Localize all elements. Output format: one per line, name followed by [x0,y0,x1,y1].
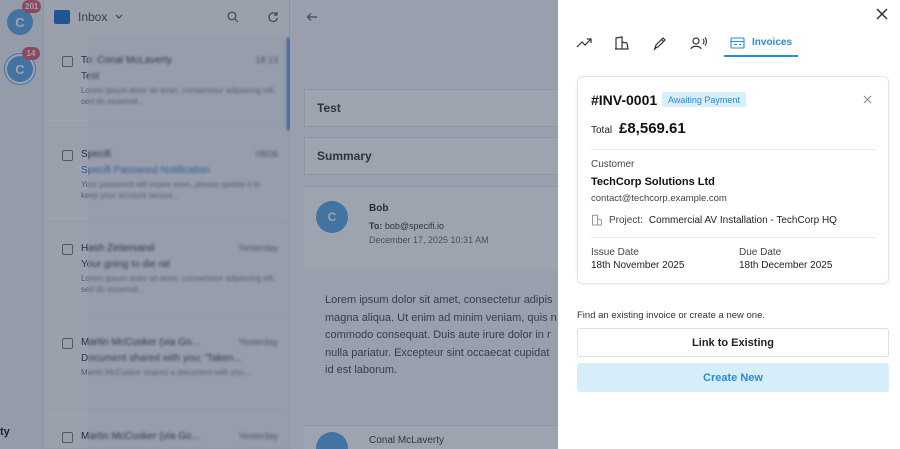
invoice-card: #INV-0001 Awaiting Payment Total £8,569.… [577,76,889,284]
tab-contact[interactable] [690,30,708,56]
project-label: Project: [609,214,643,226]
tab-pen[interactable] [652,30,668,56]
project-name: Commercial AV Installation - TechCorp HQ [648,214,837,226]
buildings-icon [615,36,629,50]
invoice-number: #INV-0001 [591,92,658,108]
tab-buildings[interactable] [614,30,630,56]
invoice-total: £8,569.61 [619,120,686,137]
panel-tabs: Invoices [576,30,799,57]
due-date: 18th December 2025 [739,260,833,271]
status-badge: Awaiting Payment [662,92,746,107]
tab-trend[interactable] [576,30,592,56]
pen-icon [653,37,666,51]
link-to-existing-button[interactable]: Link to Existing [577,328,889,357]
project-row: Project: Commercial AV Installation - Te… [591,214,837,226]
total-label: Total [591,125,613,136]
issue-date-label: Issue Date [591,247,639,258]
close-icon[interactable] [874,6,890,22]
helper-text: Find an existing invoice or create a new… [577,310,765,321]
tab-invoices[interactable]: Invoices [724,30,799,57]
customer-label: Customer [591,159,635,170]
divider [590,237,876,238]
customer-name: TechCorp Solutions Ltd [591,176,715,188]
invoice-side-panel: Invoices #INV-0001 Awaiting Payment Tota… [558,0,900,449]
building-icon [592,214,602,226]
contact-voice-icon [690,37,708,50]
tab-label: Invoices [752,37,793,48]
trend-icon [576,38,592,48]
modal-backdrop[interactable] [0,0,558,449]
due-date-label: Due Date [739,247,782,258]
customer-email: contact@techcorp.example.com [591,193,727,204]
unlink-close-icon[interactable] [863,95,872,104]
create-new-button[interactable]: Create New [577,363,889,392]
invoice-icon [730,36,745,49]
issue-date: 18th November 2025 [591,260,685,271]
divider [590,149,876,150]
